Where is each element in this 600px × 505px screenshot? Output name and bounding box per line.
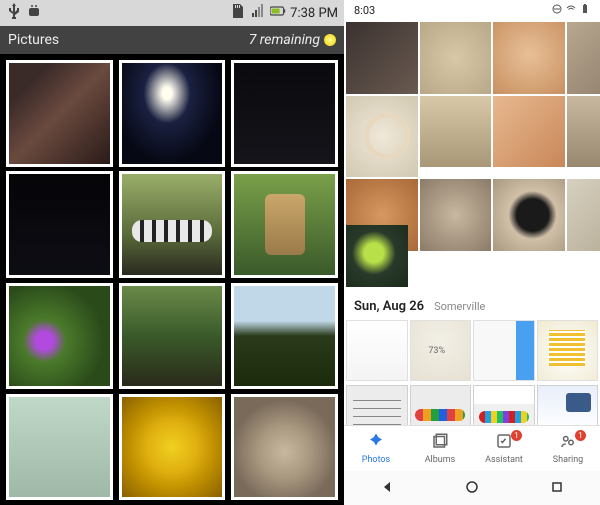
photo-thumbnail[interactable] (6, 283, 113, 390)
photo-thumbnail[interactable] (6, 394, 113, 501)
photo-thumbnail[interactable] (231, 283, 338, 390)
photo-grid-recent (344, 20, 600, 223)
photo-thumbnail[interactable] (420, 22, 492, 94)
photo-thumbnail[interactable] (119, 394, 226, 501)
photos-scroll-body[interactable]: Sun, Aug 26 Somerville (344, 20, 600, 425)
gallery-title: Pictures (8, 32, 59, 48)
status-time: 7:38 PM (290, 6, 338, 21)
photo-thumbnail[interactable] (410, 385, 472, 425)
photo-thumbnail[interactable] (537, 320, 599, 382)
gallery-header: Pictures 7 remaining (0, 26, 344, 54)
back-button[interactable] (380, 479, 394, 498)
bottom-tab-bar: Photos Albums Assistant 1 Sharing 1 (344, 425, 600, 471)
photo-thumbnail[interactable] (473, 320, 535, 382)
android-legacy-gallery: 7:38 PM Pictures 7 remaining (0, 0, 344, 505)
status-time: 8:03 (354, 4, 375, 17)
section-date: Sun, Aug 26 (354, 299, 424, 314)
dnd-icon (552, 4, 562, 17)
photo-grid-screenshots-2 (344, 383, 600, 425)
notification-badge: 1 (511, 430, 522, 441)
photo-thumbnail[interactable] (473, 385, 535, 425)
signal-icon (250, 3, 266, 23)
photo-thumbnail[interactable] (346, 22, 418, 94)
recents-button[interactable] (550, 479, 564, 498)
photo-thumbnail[interactable] (346, 225, 408, 287)
photo-thumbnail[interactable] (346, 385, 408, 425)
photo-thumbnail[interactable] (420, 96, 492, 168)
notification-badge: 1 (575, 430, 586, 441)
photo-thumbnail[interactable] (231, 171, 338, 278)
albums-icon (431, 432, 449, 453)
android-icon (26, 3, 42, 23)
tab-assistant[interactable]: Assistant 1 (472, 426, 536, 471)
photo-thumbnail[interactable] (6, 60, 113, 167)
photo-thumbnail[interactable] (231, 394, 338, 501)
photo-thumbnail[interactable] (346, 320, 408, 382)
battery-icon (270, 3, 286, 23)
sd-icon (230, 3, 246, 23)
remaining-text: 7 remaining (249, 32, 320, 48)
photo-thumbnail[interactable] (6, 171, 113, 278)
google-photos-app: 8:03 Sun, Aug 26 Somerville (344, 0, 600, 505)
status-bar-modern: 8:03 (344, 0, 600, 20)
tab-label: Sharing (553, 455, 583, 465)
photo-thumbnail[interactable] (410, 320, 472, 382)
tab-photos[interactable]: Photos (344, 426, 408, 471)
wifi-icon (566, 4, 576, 17)
photo-thumbnail[interactable] (567, 96, 600, 168)
tab-label: Photos (362, 455, 390, 465)
battery-icon (580, 4, 590, 17)
photo-thumbnail[interactable] (493, 22, 565, 94)
tab-sharing[interactable]: Sharing 1 (536, 426, 600, 471)
section-header[interactable]: Sun, Aug 26 Somerville (344, 289, 600, 318)
section-location: Somerville (434, 300, 485, 313)
photo-thumbnail[interactable] (119, 283, 226, 390)
photo-thumbnail[interactable] (119, 171, 226, 278)
legacy-photo-grid[interactable] (0, 54, 344, 505)
photo-thumbnail[interactable] (493, 96, 565, 168)
status-bar-legacy: 7:38 PM (0, 0, 344, 26)
photo-thumbnail[interactable] (537, 385, 599, 425)
tab-label: Albums (425, 455, 456, 465)
android-nav-bar (344, 471, 600, 505)
usb-icon (6, 3, 22, 23)
bolt-icon (324, 34, 336, 46)
photo-grid-overflow (344, 223, 600, 289)
photo-thumbnail[interactable] (119, 60, 226, 167)
home-button[interactable] (465, 479, 479, 498)
tab-label: Assistant (485, 455, 523, 465)
photo-thumbnail[interactable] (567, 22, 600, 94)
photos-icon (367, 432, 385, 453)
photo-thumbnail[interactable] (231, 60, 338, 167)
photo-thumbnail[interactable] (346, 96, 418, 178)
tab-albums[interactable]: Albums (408, 426, 472, 471)
photo-grid-screenshots (344, 318, 600, 384)
remaining-indicator: 7 remaining (249, 32, 336, 48)
